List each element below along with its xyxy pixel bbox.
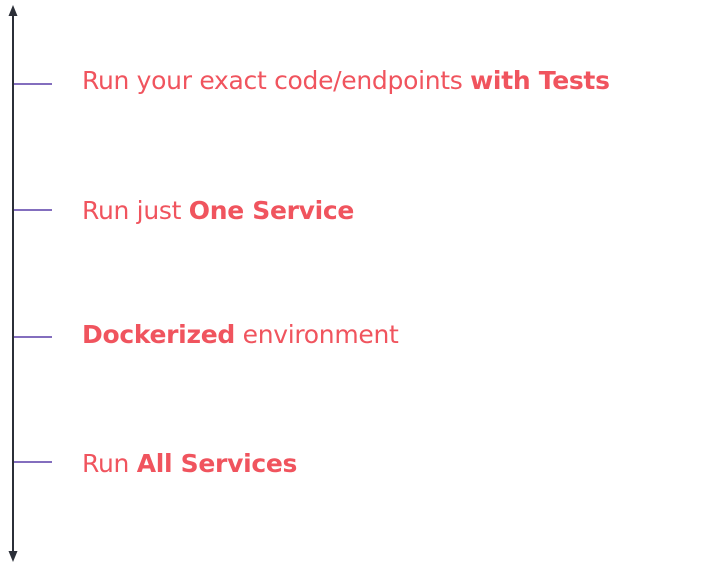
item-text: Run bbox=[82, 449, 137, 478]
item-label-with-tests: Run your exact code/endpoints with Tests bbox=[82, 66, 610, 96]
item-text-emphasis: with Tests bbox=[470, 66, 610, 95]
axis-arrow-up-icon bbox=[8, 5, 18, 16]
axis-arrow-down-icon bbox=[8, 551, 18, 562]
item-label-dockerized: Dockerized environment bbox=[82, 320, 399, 350]
item-label-all-services: Run All Services bbox=[82, 449, 297, 479]
item-text: environment bbox=[234, 320, 399, 349]
item-text-emphasis: All Services bbox=[136, 449, 298, 478]
item-text-emphasis: One Service bbox=[188, 196, 355, 225]
item-label-one-service: Run just One Service bbox=[82, 196, 354, 226]
item-text: Run your exact code/endpoints bbox=[82, 66, 471, 95]
item-text-emphasis: Dockerized bbox=[82, 320, 235, 349]
item-text: Run just bbox=[82, 196, 189, 225]
